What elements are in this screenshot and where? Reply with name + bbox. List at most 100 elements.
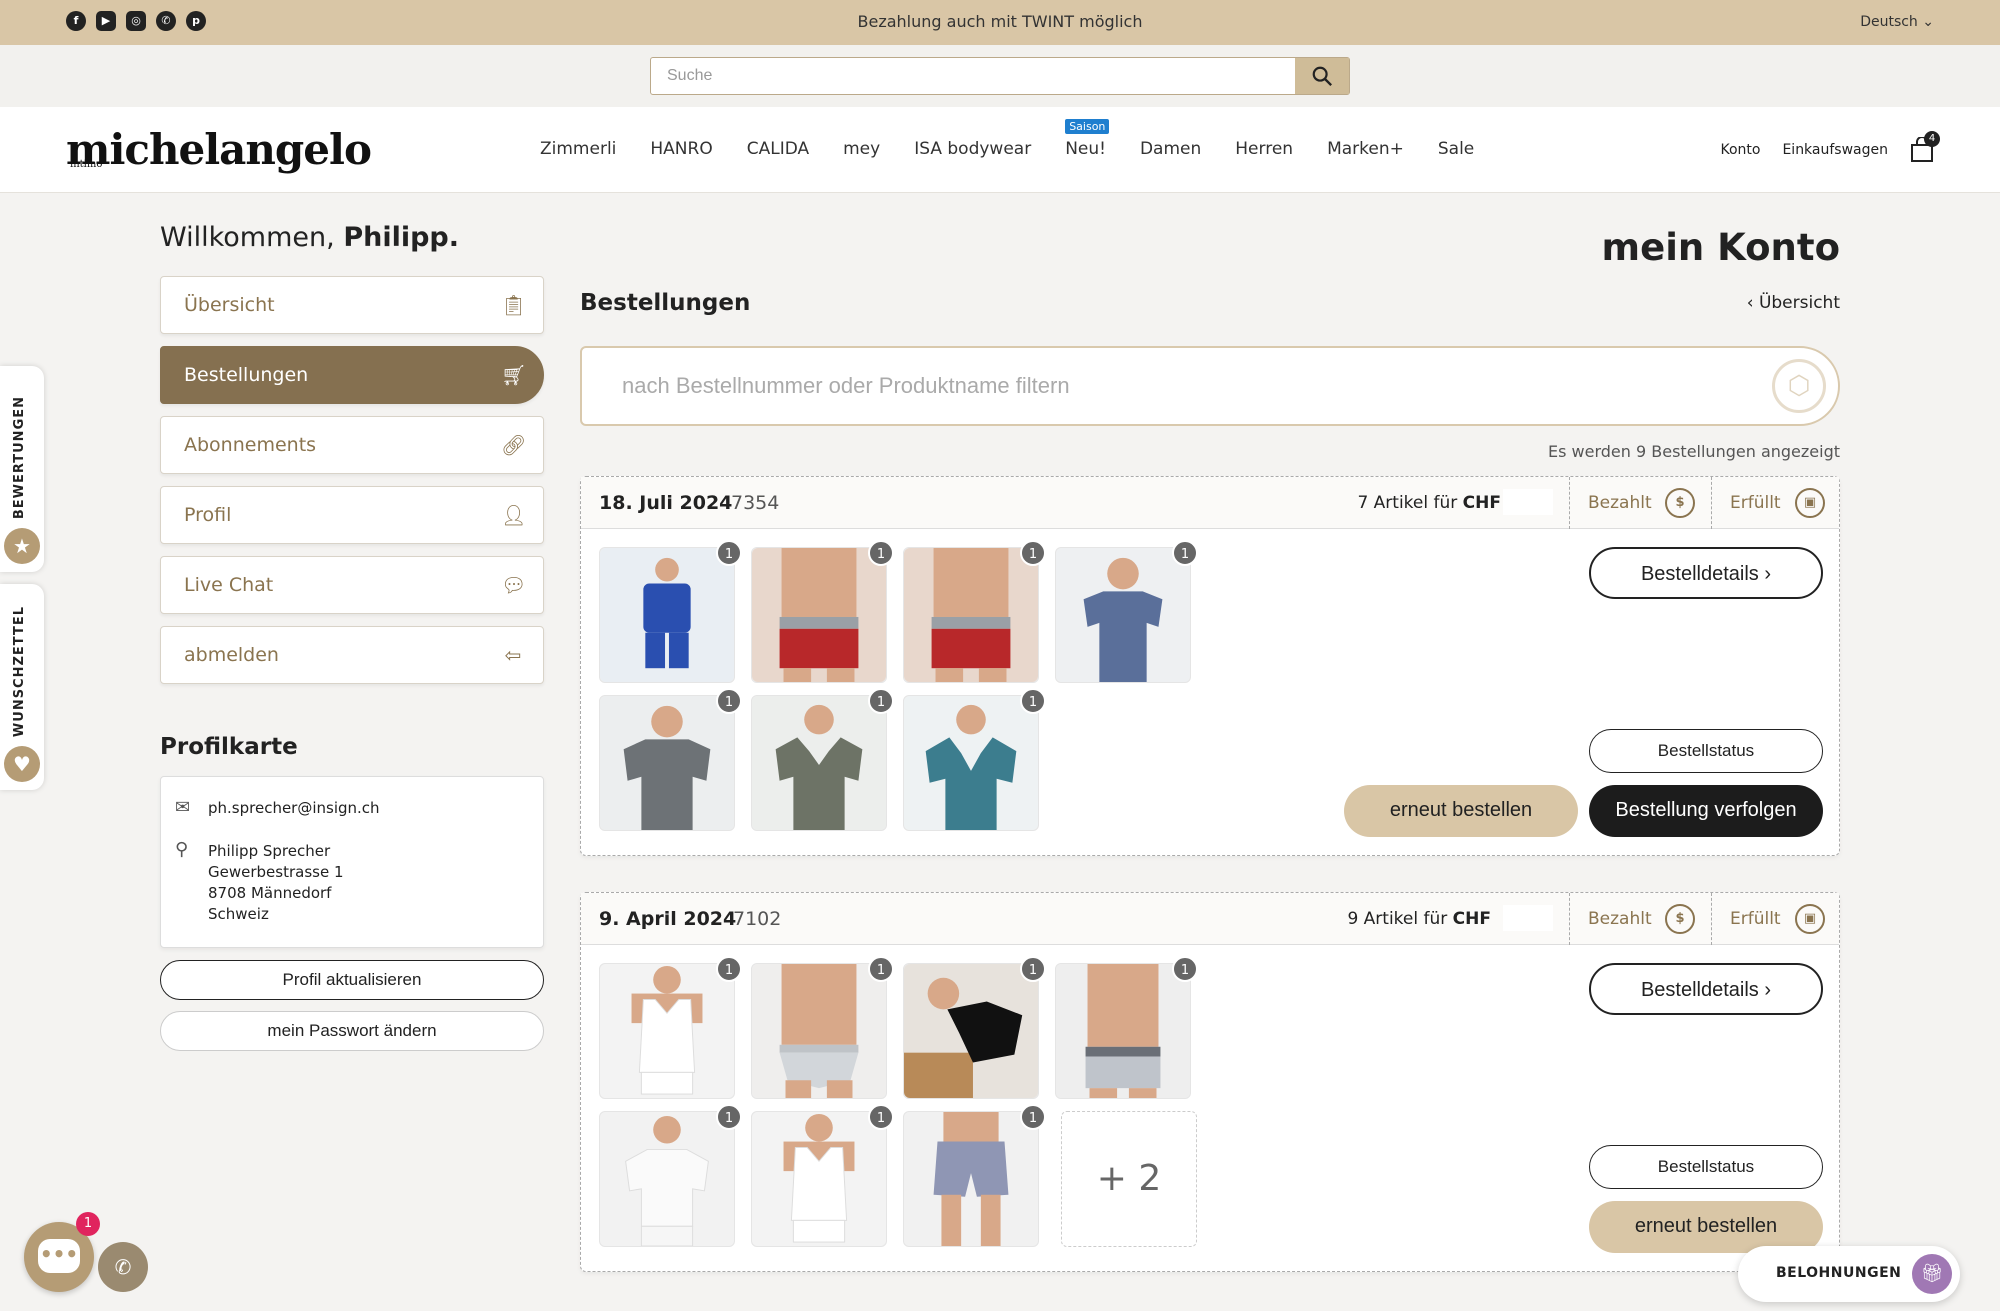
reviews-tab[interactable]: BEWERTUNGEN ★: [0, 366, 44, 572]
back-link-label: Übersicht: [1758, 293, 1840, 313]
product-thumbnail[interactable]: 1: [903, 1104, 1046, 1247]
product-image: [600, 548, 734, 682]
chevron-down-icon: ⌄: [1922, 14, 1934, 30]
paid-status: Bezahlt $: [1569, 477, 1711, 529]
nav-calida[interactable]: CALIDA: [747, 139, 809, 159]
product-thumbnail[interactable]: 1: [751, 1104, 894, 1247]
product-thumbnail[interactable]: 1: [751, 956, 894, 1099]
fulfilled-label: Erfüllt: [1730, 909, 1781, 929]
chevron-right-icon: ›: [1764, 563, 1772, 585]
quantity-badge: 1: [868, 956, 894, 982]
product-thumbnail[interactable]: 1: [1055, 540, 1198, 683]
order-currency: CHF: [1452, 909, 1491, 929]
product-thumbnail[interactable]: 1: [903, 688, 1046, 831]
announcement-text: Bezahlung auch mit TWINT möglich: [857, 12, 1143, 31]
language-selector[interactable]: Deutsch ⌄: [1860, 14, 1934, 30]
wishlist-tab-label: WUNSCHZETTEL: [12, 606, 27, 738]
order-details-button[interactable]: Bestelldetails ›: [1589, 963, 1823, 1015]
quantity-badge: 1: [868, 688, 894, 714]
product-image: [904, 964, 1038, 1098]
menu-item-abmelden[interactable]: abmelden ⇦: [160, 626, 544, 684]
saison-badge: Saison: [1065, 119, 1110, 134]
nav-marken[interactable]: Marken+: [1327, 139, 1404, 159]
cart-button[interactable]: 4: [1910, 131, 1940, 163]
nav-sale[interactable]: Sale: [1438, 139, 1474, 159]
cart-link[interactable]: Einkaufswagen: [1782, 142, 1888, 158]
reorder-button[interactable]: erneut bestellen: [1344, 785, 1578, 837]
main-nav: Zimmerli HANRO CALIDA mey ISA bodywear S…: [540, 119, 1474, 159]
order-filter-input[interactable]: [622, 368, 1722, 404]
more-items-indicator[interactable]: + 2: [1061, 1111, 1197, 1247]
heart-icon: ♥: [4, 746, 40, 782]
quantity-badge: 1: [868, 540, 894, 566]
nav-hanro[interactable]: HANRO: [650, 139, 712, 159]
order-number: 7354: [731, 492, 780, 514]
order-details-button[interactable]: Bestelldetails ›: [1589, 547, 1823, 599]
rewards-button[interactable]: BELOHNUNGEN 🎁︎: [1738, 1246, 1960, 1302]
quantity-badge: 1: [716, 688, 742, 714]
whatsapp-icon[interactable]: ✆: [98, 1242, 148, 1292]
product-thumbnail[interactable]: 1: [599, 956, 742, 1099]
order-card: 9. April 2024 7102 9 Artikel für CHF Bez…: [580, 892, 1840, 1272]
header-actions: Konto Einkaufswagen 4: [1720, 131, 1940, 163]
search-button[interactable]: [1295, 58, 1349, 94]
product-thumbnail[interactable]: 1: [599, 540, 742, 683]
product-thumbnail[interactable]: 1: [903, 956, 1046, 1099]
menu-item-live-chat[interactable]: Live Chat 💬︎: [160, 556, 544, 614]
order-number: 7102: [733, 908, 782, 930]
order-status-button[interactable]: Bestellstatus: [1589, 1145, 1823, 1189]
welcome-greeting: Willkommen,: [160, 222, 335, 253]
nav-herren[interactable]: Herren: [1235, 139, 1293, 159]
product-thumbnail[interactable]: 1: [599, 688, 742, 831]
wishlist-tab[interactable]: WUNSCHZETTEL ♥: [0, 584, 44, 790]
product-image: [600, 1112, 734, 1247]
account-link[interactable]: Konto: [1720, 142, 1760, 158]
nav-neu[interactable]: Saison Neu!: [1065, 119, 1110, 159]
order-articles: 7 Artikel für CHF: [1357, 493, 1501, 513]
order-header: 18. Juli 2024 7354 7 Artikel für CHF Bez…: [581, 477, 1839, 529]
nav-neu-label: Neu!: [1065, 139, 1106, 159]
order-articles-label: 9 Artikel für: [1347, 909, 1448, 929]
nav-mey[interactable]: mey: [843, 139, 880, 159]
order-status-button[interactable]: Bestellstatus: [1589, 729, 1823, 773]
menu-item-profil[interactable]: Profil 👤︎: [160, 486, 544, 544]
menu-item-uebersicht[interactable]: Übersicht 📋︎: [160, 276, 544, 334]
menu-item-bestellungen[interactable]: Bestellungen 🛒︎: [160, 346, 544, 404]
update-profile-button[interactable]: Profil aktualisieren: [160, 960, 544, 1000]
welcome-heading: Willkommen, Philipp.: [160, 222, 459, 253]
product-thumbnail[interactable]: 1: [751, 540, 894, 683]
product-image: [752, 964, 886, 1098]
product-image: [1056, 548, 1190, 682]
product-thumbnail[interactable]: 1: [751, 688, 894, 831]
order-details-label: Bestelldetails: [1640, 979, 1759, 1001]
menu-item-abonnements[interactable]: Abonnements 🔗︎: [160, 416, 544, 474]
announcement-bar: f ▶ ◎ ✆ p Bezahlung auch mit TWINT mögli…: [0, 0, 2000, 45]
search-input[interactable]: [651, 58, 1296, 94]
nav-isa-bodywear[interactable]: ISA bodywear: [914, 139, 1031, 159]
cart-count-badge: 4: [1924, 131, 1940, 147]
back-to-overview-link[interactable]: ‹ Übersicht: [1747, 293, 1840, 313]
change-password-button[interactable]: mein Passwort ändern: [160, 1011, 544, 1051]
chat-notification-badge: 1: [76, 1212, 100, 1236]
nav-zimmerli[interactable]: Zimmerli: [540, 139, 616, 159]
menu-item-label: Live Chat: [184, 574, 274, 596]
product-thumbnail[interactable]: 1: [599, 1104, 742, 1247]
product-thumbnail[interactable]: 1: [903, 540, 1046, 683]
coin-icon: $: [1665, 904, 1695, 934]
cart-icon: 🛒︎: [501, 363, 527, 387]
address-line: Gewerbestrasse 1: [208, 863, 344, 881]
menu-item-label: Abonnements: [184, 434, 317, 456]
track-order-button[interactable]: Bestellung verfolgen: [1589, 785, 1823, 837]
logo-subtitle: intimo: [70, 159, 103, 170]
rewards-label: BELOHNUNGEN: [1776, 1265, 1902, 1281]
order-header: 9. April 2024 7102 9 Artikel für CHF Bez…: [581, 893, 1839, 945]
clipboard-icon: 📋︎: [501, 293, 527, 317]
product-image: [600, 964, 734, 1098]
product-thumbnail[interactable]: 1: [1055, 956, 1198, 1099]
product-image: [904, 696, 1038, 830]
nav-damen[interactable]: Damen: [1140, 139, 1201, 159]
quantity-badge: 1: [716, 540, 742, 566]
product-image: [1056, 964, 1190, 1098]
logo[interactable]: michelangelo: [66, 125, 372, 174]
profile-email: ph.sprecher@insign.ch: [208, 799, 380, 817]
